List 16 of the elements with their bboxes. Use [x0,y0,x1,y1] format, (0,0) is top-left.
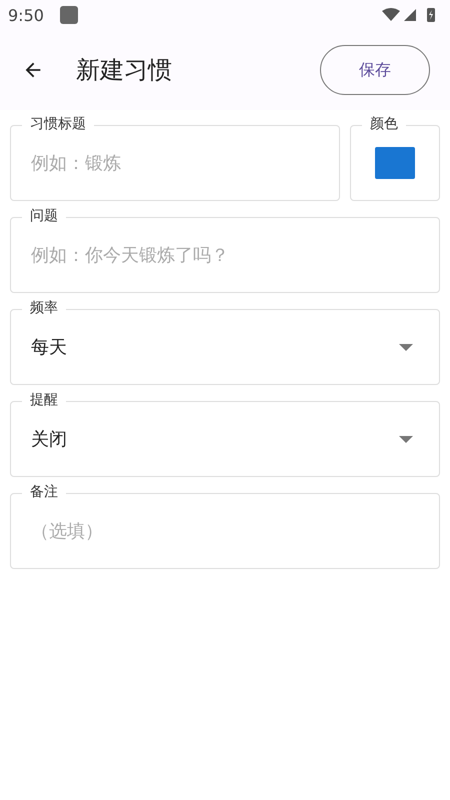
field-label: 提醒 [22,392,66,408]
field-label: 问题 [22,208,66,224]
field-label: 颜色 [362,116,406,132]
page-title: 新建习惯 [76,55,172,86]
status-icons [382,7,438,23]
notification-icon [60,6,78,24]
field-label: 频率 [22,300,66,316]
field-label: 备注 [22,484,66,500]
field-label: 习惯标题 [22,116,94,132]
caret-icon [399,436,413,442]
color-swatch[interactable] [375,147,415,179]
dropdown-value: 每天 [31,336,68,359]
dropdown-value: 关闭 [31,428,68,451]
caret-icon [399,344,413,350]
save-button[interactable]: 保存 [320,45,430,95]
status-time: 9:50 [8,6,44,24]
